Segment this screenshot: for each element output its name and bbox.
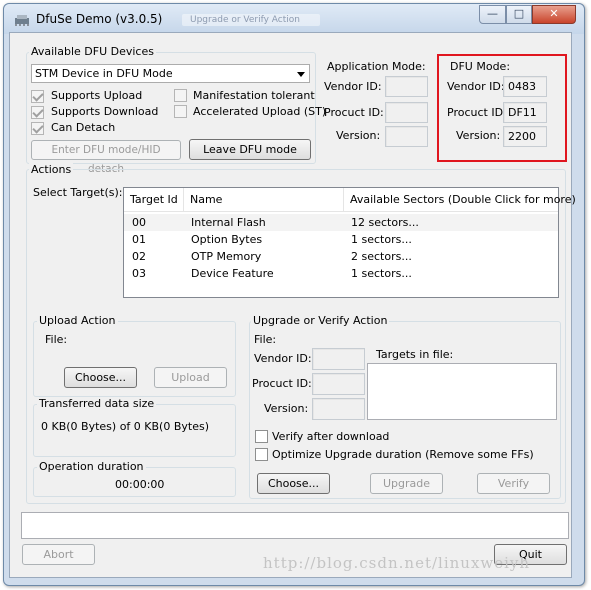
supports-upload-checkbox[interactable] <box>31 90 44 103</box>
manifestation-tolerant-label: Manifestation tolerant <box>193 89 315 102</box>
target-name-cell: Device Feature <box>191 267 274 280</box>
dfuse-app-icon <box>15 15 29 26</box>
targets-in-file-list[interactable] <box>367 363 557 420</box>
chevron-down-icon <box>297 72 305 77</box>
transferred-data-value: 0 KB(0 Bytes) of 0 KB(0 Bytes) <box>41 420 209 433</box>
targets-list[interactable]: Target Id Name Available Sectors (Double… <box>123 187 576 298</box>
target-name-cell: Option Bytes <box>191 233 263 246</box>
app-version-label: Version: <box>336 129 381 142</box>
targets-list-header: Target Id Name Available Sectors (Double… <box>124 188 576 212</box>
upgrade-product-id-field <box>312 373 365 395</box>
target-sectors-cell: 1 sectors... <box>351 267 412 280</box>
supports-download-checkbox[interactable] <box>31 106 44 119</box>
column-target-id[interactable]: Target Id <box>124 188 184 212</box>
available-devices-label: Available DFU Devices <box>29 45 156 58</box>
dfu-mode-highlight-box <box>437 54 567 162</box>
close-button[interactable]: ✕ <box>532 5 576 24</box>
target-name-cell: Internal Flash <box>191 216 266 229</box>
select-targets-label: Select Target(s): <box>33 186 123 199</box>
column-name[interactable]: Name <box>184 188 344 212</box>
abort-button[interactable]: Abort <box>22 544 95 565</box>
device-select-value: STM Device in DFU Mode <box>35 67 173 80</box>
accelerated-upload-label: Accelerated Upload (ST) <box>193 105 327 118</box>
table-row[interactable]: 00 Internal Flash 12 sectors... <box>124 214 558 231</box>
status-bar <box>21 512 569 539</box>
upgrade-file-label: File: <box>254 333 277 346</box>
watermark-text: http://blog.csdn.net/linuxweiyh <box>263 554 531 572</box>
targets-in-file-label: Targets in file: <box>376 348 454 361</box>
app-product-id-label: Procuct ID: <box>324 106 384 119</box>
verify-after-download-label: Verify after download <box>272 430 390 443</box>
optimize-upgrade-checkbox[interactable] <box>255 448 268 461</box>
app-vendor-id-field <box>385 76 428 97</box>
target-sectors-cell: 1 sectors... <box>351 233 412 246</box>
app-vendor-id-label: Vendor ID: <box>324 80 382 93</box>
table-row[interactable]: 02 OTP Memory 2 sectors... <box>124 248 558 265</box>
optimize-upgrade-label: Optimize Upgrade duration (Remove some F… <box>272 448 534 461</box>
upgrade-choose-button[interactable]: Choose... <box>257 473 330 494</box>
window-title-blurred: Upgrade or Verify Action <box>182 14 320 26</box>
transferred-data-label: Transferred data size <box>37 397 157 410</box>
can-detach-checkbox[interactable] <box>31 122 44 135</box>
can-detach-label: Can Detach <box>51 121 116 134</box>
minimize-icon: — <box>487 7 498 20</box>
target-id-cell: 03 <box>132 267 146 280</box>
leave-dfu-mode-button[interactable]: Leave DFU mode <box>189 139 311 160</box>
manifestation-tolerant-checkbox[interactable] <box>174 89 187 102</box>
upgrade-product-id-label: Procuct ID: <box>252 377 312 390</box>
verify-button[interactable]: Verify <box>477 473 550 494</box>
device-select[interactable]: STM Device in DFU Mode <box>31 64 310 83</box>
verify-after-download-checkbox[interactable] <box>255 430 268 443</box>
minimize-button[interactable]: — <box>479 5 506 24</box>
upload-file-label: File: <box>45 333 68 346</box>
upgrade-version-field <box>312 398 365 420</box>
upgrade-vendor-id-field <box>312 348 365 370</box>
title-bar[interactable]: DfuSe Demo (v3.0.5) Upgrade or Verify Ac… <box>4 4 584 34</box>
table-row[interactable]: 01 Option Bytes 1 sectors... <box>124 231 558 248</box>
application-mode-label: Application Mode: <box>327 60 426 73</box>
column-available-sectors[interactable]: Available Sectors (Double Click for more… <box>344 188 576 212</box>
maximize-icon: □ <box>513 7 525 20</box>
maximize-button[interactable]: □ <box>506 5 532 24</box>
supports-download-label: Supports Download <box>51 105 159 118</box>
upgrade-version-label: Version: <box>264 402 309 415</box>
target-id-cell: 01 <box>132 233 146 246</box>
upload-action-label: Upload Action <box>37 314 118 327</box>
enter-dfu-mode-button[interactable]: Enter DFU mode/HID detach <box>31 140 181 175</box>
operation-duration-label: Operation duration <box>37 460 146 473</box>
supports-upload-label: Supports Upload <box>51 89 143 102</box>
actions-label: Actions <box>29 163 74 176</box>
upgrade-vendor-id-label: Vendor ID: <box>254 352 312 365</box>
app-version-field <box>385 126 428 147</box>
upload-choose-button[interactable]: Choose... <box>64 367 137 388</box>
target-id-cell: 02 <box>132 250 146 263</box>
app-product-id-field <box>385 102 428 123</box>
upgrade-button[interactable]: Upgrade <box>370 473 443 494</box>
window-title: DfuSe Demo (v3.0.5) <box>36 12 163 26</box>
target-sectors-cell: 2 sectors... <box>351 250 412 263</box>
accelerated-upload-checkbox[interactable] <box>174 105 187 118</box>
target-sectors-cell: 12 sectors... <box>351 216 419 229</box>
upgrade-verify-label: Upgrade or Verify Action <box>251 314 390 327</box>
operation-duration-value: 00:00:00 <box>115 478 165 491</box>
close-icon: ✕ <box>549 7 559 20</box>
table-row[interactable]: 03 Device Feature 1 sectors... <box>124 265 558 282</box>
upload-button[interactable]: Upload <box>154 367 227 388</box>
target-id-cell: 00 <box>132 216 146 229</box>
target-name-cell: OTP Memory <box>191 250 262 263</box>
